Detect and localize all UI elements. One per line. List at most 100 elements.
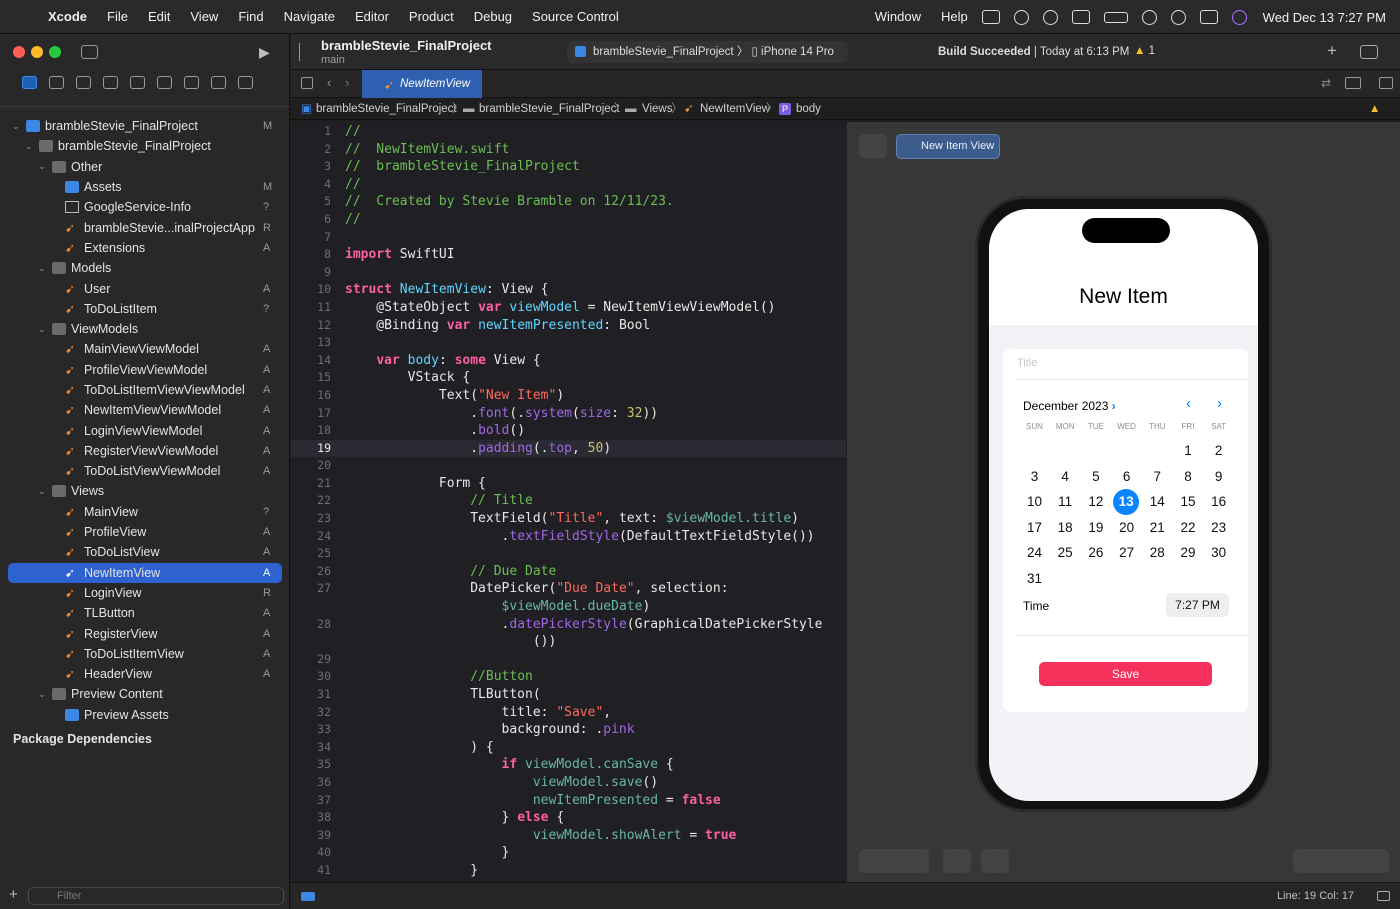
jump-file[interactable]: NewItemView: [700, 98, 770, 120]
calendar-day[interactable]: 8: [1173, 466, 1204, 488]
navigator-item[interactable]: ➹ ToDoListItem?: [0, 299, 290, 319]
code-line[interactable]: 17 .font(.system(size: 32)): [291, 405, 846, 423]
code-line[interactable]: 23 TextField("Title", text: $viewModel.t…: [291, 510, 846, 528]
code-line[interactable]: 14 var body: some View {: [291, 352, 846, 370]
calendar-day[interactable]: 19: [1080, 517, 1111, 539]
battery-icon[interactable]: [1103, 11, 1128, 23]
calendar-day[interactable]: 12: [1080, 491, 1111, 513]
calendar-day[interactable]: 6: [1111, 466, 1142, 488]
calendar-day[interactable]: 13: [1113, 489, 1140, 516]
code-line[interactable]: 19 .padding(.top, 50): [291, 439, 846, 458]
issue-icon[interactable]: [130, 76, 145, 89]
code-line[interactable]: 8 import SwiftUI: [291, 246, 846, 264]
navigator-item[interactable]: ➹ LoginViewViewModel A: [0, 420, 290, 440]
title-field[interactable]: Title: [1017, 357, 1037, 369]
code-line[interactable]: 16 Text("New Item"): [291, 387, 846, 405]
menu-navigate[interactable]: Navigate: [284, 9, 335, 24]
code-line[interactable]: 7: [291, 229, 846, 247]
add-icon[interactable]: +: [1327, 41, 1337, 61]
search-icon[interactable]: [1170, 9, 1186, 25]
calendar-day[interactable]: 14: [1142, 491, 1173, 513]
navigator-item[interactable]: ➹ RegisterView A: [0, 623, 290, 643]
chevron-down-icon[interactable]: ⌄: [38, 486, 48, 497]
menu-window[interactable]: Window: [875, 9, 921, 24]
calendar-day[interactable]: 16: [1203, 491, 1234, 513]
filter-input[interactable]: Filter: [28, 887, 284, 905]
navigator-item[interactable]: Assets M: [0, 177, 290, 197]
code-line[interactable]: 6 //: [291, 211, 846, 229]
refresh-icon[interactable]: ⇄: [1321, 76, 1331, 90]
test-icon[interactable]: [157, 76, 172, 89]
code-line[interactable]: 25: [291, 545, 846, 563]
calendar-day[interactable]: 9: [1203, 466, 1234, 488]
navigator-item[interactable]: ⌄ brambleStevie_FinalProject: [0, 136, 290, 156]
navigator-item[interactable]: ➹ ToDoListView A: [0, 542, 290, 562]
chevron-down-icon[interactable]: ⌄: [12, 121, 22, 132]
code-line[interactable]: ()): [291, 633, 846, 651]
code-line[interactable]: 36 viewModel.save(): [291, 774, 846, 792]
siri-icon[interactable]: [1231, 9, 1247, 25]
code-line[interactable]: 5 // Created by Stevie Bramble on 12/11/2…: [291, 193, 846, 211]
calendar-day[interactable]: 21: [1142, 517, 1173, 539]
package-dependencies[interactable]: Package Dependencies: [13, 732, 152, 746]
calendar-icon[interactable]: [1071, 10, 1090, 24]
code-line[interactable]: 4 //: [291, 176, 846, 194]
add-icon[interactable]: +: [9, 886, 18, 903]
hierarchy-icon[interactable]: [76, 76, 91, 89]
code-line[interactable]: 9: [291, 264, 846, 282]
code-line[interactable]: 11 @StateObject var viewModel = NewItemV…: [291, 299, 846, 317]
navigator-item[interactable]: ➹ ProfileViewViewModel A: [0, 360, 290, 380]
zoom-button[interactable]: [49, 46, 61, 58]
screen-icon[interactable]: [981, 10, 1000, 24]
report-icon[interactable]: [238, 76, 253, 89]
code-line[interactable]: 3 // brambleStevie_FinalProject: [291, 158, 846, 176]
project-title[interactable]: brambleStevie_FinalProject: [321, 38, 492, 53]
code-line[interactable]: 1 //: [291, 123, 846, 141]
calendar-day[interactable]: 18: [1050, 517, 1081, 539]
close-button[interactable]: [13, 46, 25, 58]
calendar-day[interactable]: 31: [1019, 568, 1050, 590]
calendar-day[interactable]: 28: [1142, 542, 1173, 564]
record-icon[interactable]: [1042, 9, 1058, 25]
navigator-item[interactable]: ⌄ Views: [0, 481, 290, 501]
split-editor-icon[interactable]: [1379, 77, 1393, 89]
source-control-icon[interactable]: [49, 76, 64, 89]
cloud-icon[interactable]: [1013, 9, 1029, 25]
clock[interactable]: Wed Dec 13 7:27 PM: [1263, 10, 1386, 25]
chevron-down-icon[interactable]: ⌄: [38, 689, 48, 700]
code-line[interactable]: 30 //Button: [291, 668, 846, 686]
calendar-day[interactable]: 20: [1111, 517, 1142, 539]
calendar-day[interactable]: 15: [1173, 491, 1204, 513]
scheme-selector[interactable]: brambleStevie_FinalProject 〉 ▯ iPhone 14…: [567, 41, 848, 63]
navigator-item[interactable]: ⌄ Other: [0, 157, 290, 177]
sidebar-toggle-icon[interactable]: [81, 45, 98, 59]
jump-project[interactable]: brambleStevie_FinalProject: [316, 98, 457, 120]
warning-icon[interactable]: ▲: [1369, 98, 1380, 120]
code-line[interactable]: 21 Form {: [291, 475, 846, 493]
jump-views[interactable]: Views: [642, 98, 672, 120]
code-line[interactable]: 12 @Binding var newItemPresented: Bool: [291, 317, 846, 335]
navigator-item[interactable]: ➹ HeaderView A: [0, 664, 290, 684]
calendar-day[interactable]: 24: [1019, 542, 1050, 564]
navigator-item[interactable]: ➹ ProfileView A: [0, 522, 290, 542]
navigator-item[interactable]: ➹ NewItemView A: [8, 562, 282, 583]
calendar-day[interactable]: 26: [1080, 542, 1111, 564]
menu-editor[interactable]: Editor: [355, 9, 389, 24]
next-month-icon[interactable]: ›: [1217, 395, 1222, 412]
code-line[interactable]: 2 // NewItemView.swift: [291, 141, 846, 159]
navigator-item[interactable]: ➹ RegisterViewViewModel A: [0, 441, 290, 461]
code-line[interactable]: 37 newItemPresented = false: [291, 792, 846, 810]
menu-help[interactable]: Help: [941, 9, 968, 24]
code-line[interactable]: 22 // Title: [291, 492, 846, 510]
preview-tab[interactable]: New Item View: [896, 134, 1000, 159]
code-line[interactable]: 13: [291, 334, 846, 352]
menu-source-control[interactable]: Source Control: [532, 9, 619, 24]
calendar-day[interactable]: 1: [1173, 440, 1204, 462]
code-line[interactable]: 28 .datePickerStyle(GraphicalDatePickerS…: [291, 616, 846, 634]
back-icon[interactable]: ‹: [327, 75, 331, 90]
preview-controls[interactable]: [859, 849, 929, 873]
chevron-down-icon[interactable]: ⌄: [38, 324, 48, 335]
apple-icon[interactable]: [16, 9, 30, 25]
breakpoint-icon[interactable]: [211, 76, 226, 89]
navigator-item[interactable]: ➹ NewItemViewViewModel A: [0, 400, 290, 420]
